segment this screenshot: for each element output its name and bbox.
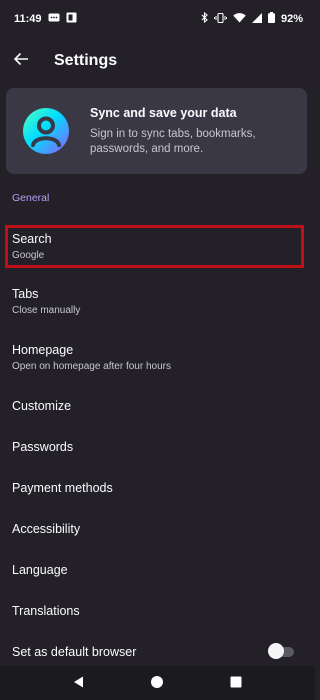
app-bar: Settings [0, 40, 315, 82]
item-title: Payment methods [12, 481, 113, 495]
settings-item-payment-methods[interactable]: Payment methods [12, 481, 302, 495]
settings-item-default-browser[interactable]: Set as default browser [12, 645, 302, 659]
item-title: Tabs [12, 287, 39, 301]
back-triangle-icon [74, 676, 83, 688]
notification-icon [66, 12, 77, 26]
avatar [22, 107, 70, 155]
page-title: Settings [54, 52, 118, 69]
settings-item-customize[interactable]: Customize [12, 399, 302, 413]
back-button[interactable] [0, 40, 42, 82]
vibrate-icon [213, 12, 227, 26]
status-bar: 11:49 92% [0, 0, 315, 38]
item-title: Search [12, 232, 52, 246]
settings-item-language[interactable]: Language [12, 563, 302, 577]
item-title: Translations [12, 604, 80, 618]
settings-item-homepage[interactable]: Homepage Open on homepage after four hou… [12, 343, 302, 372]
nav-recents-button[interactable] [228, 674, 244, 690]
item-title: Homepage [12, 343, 74, 357]
settings-item-passwords[interactable]: Passwords [12, 440, 302, 454]
toggle-thumb [268, 643, 284, 659]
item-title: Customize [12, 399, 72, 413]
item-subtitle: Open on homepage after four hours [12, 361, 171, 372]
item-subtitle: Close manually [12, 305, 81, 316]
settings-item-tabs[interactable]: Tabs Close manually [12, 287, 302, 316]
default-browser-toggle[interactable] [268, 643, 294, 659]
battery-icon [267, 12, 275, 26]
item-title: Language [12, 563, 68, 577]
item-subtitle: Google [12, 250, 45, 261]
item-title: Passwords [12, 440, 74, 454]
status-time: 11:49 [14, 13, 42, 25]
messages-icon [48, 13, 60, 26]
settings-item-accessibility[interactable]: Accessibility [12, 522, 302, 536]
system-nav-bar [0, 666, 315, 700]
item-title: Accessibility [12, 522, 81, 536]
account-avatar-icon [23, 108, 69, 154]
item-title: Set as default browser [12, 645, 137, 659]
home-circle-icon [151, 676, 163, 688]
arrow-left-icon [13, 52, 29, 71]
battery-percent: 92% [280, 13, 303, 25]
recents-square-icon [230, 676, 242, 688]
account-title: Sync and save your data [90, 105, 237, 120]
account-subtitle: Sign in to sync tabs, bookmarks, passwor… [90, 127, 256, 155]
settings-item-search[interactable]: Search Google [12, 232, 302, 261]
nav-home-button[interactable] [149, 674, 165, 690]
bluetooth-icon [201, 11, 208, 26]
section-header-general: General [12, 192, 50, 204]
sync-account-card[interactable]: Sync and save your data Sign in to sync … [6, 88, 307, 174]
nav-back-button[interactable] [71, 674, 87, 690]
signal-icon [251, 12, 262, 26]
settings-item-translations[interactable]: Translations [12, 604, 302, 618]
wifi-icon [233, 12, 246, 26]
